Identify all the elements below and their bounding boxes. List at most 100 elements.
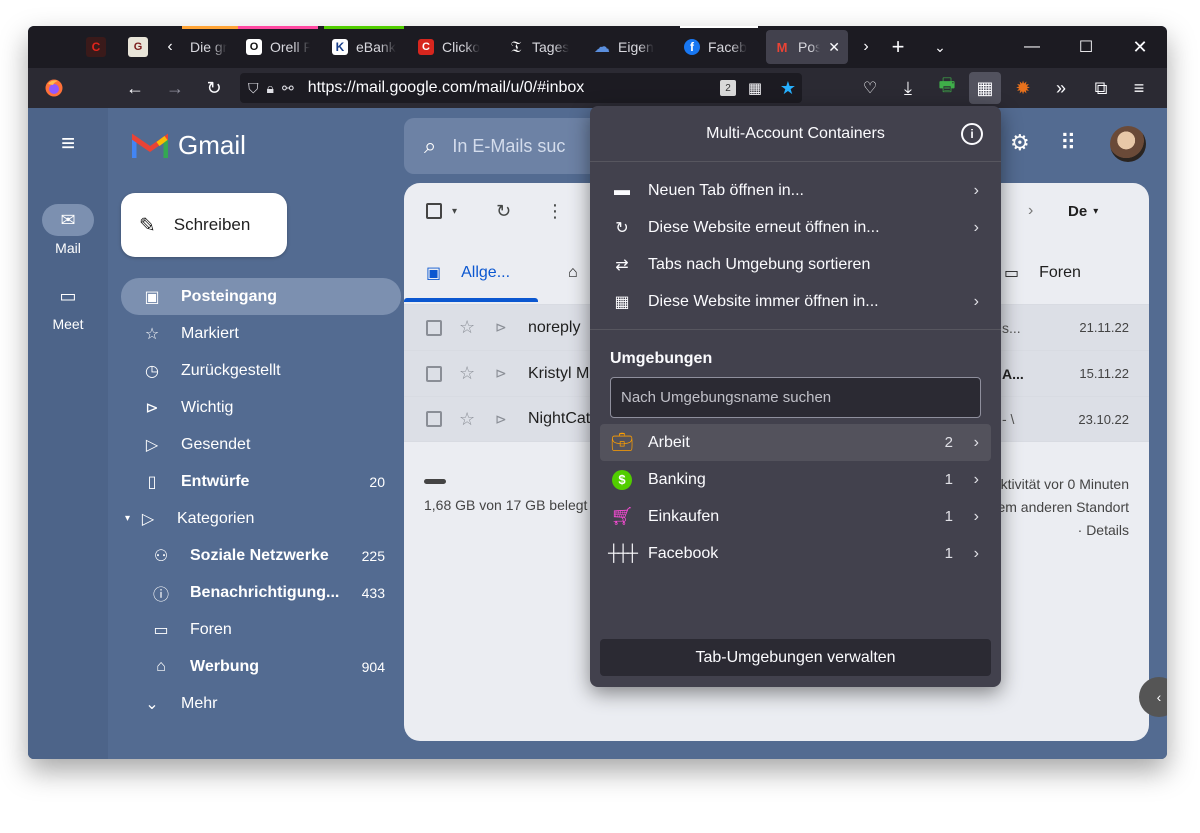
next-page-icon[interactable]: › — [1028, 199, 1033, 223]
tracking-protection-shield-icon[interactable]: ⛉ — [248, 80, 259, 97]
more-tools-icon[interactable]: » — [1045, 72, 1077, 104]
video-camera-icon: ▭ — [59, 285, 77, 306]
important-marker-icon[interactable]: ⊳ — [495, 365, 507, 382]
settings-gear-icon[interactable]: ⚙ — [1010, 130, 1030, 156]
minimize-icon[interactable]: — — [1006, 26, 1058, 68]
menu-open-new-tab[interactable]: ▬ Neuen Tab öffnen in... › — [600, 172, 991, 209]
important-marker-icon[interactable]: ⊳ — [495, 319, 507, 336]
rail-meet[interactable]: ▭ Meet — [28, 280, 108, 333]
mail-search[interactable]: ⌕ In E-Mails suc — [404, 118, 604, 174]
search-input[interactable]: In E-Mails suc — [452, 136, 565, 157]
caret-down-icon[interactable]: ▾ — [125, 513, 137, 524]
tab-6[interactable]: ☁ Eigen — [586, 26, 670, 68]
details-link[interactable]: · Details — [997, 519, 1129, 542]
application-menu-icon[interactable]: ≡ — [1123, 72, 1155, 104]
nav-inbox[interactable]: ▣ Posteingang — [121, 278, 401, 315]
menu-always-open[interactable]: ▦ Diese Website immer öffnen in... › — [600, 283, 991, 320]
tab-forums[interactable]: ▭ Foren — [1004, 253, 1081, 293]
tab-3[interactable]: K eBank — [324, 26, 404, 68]
briefcase-icon: 💼︎ — [610, 432, 634, 452]
tab-promotions[interactable]: ⌂ — [568, 253, 578, 293]
search-icon[interactable]: ⌕ — [424, 133, 436, 159]
tab-7[interactable]: f Faceb — [676, 26, 756, 68]
pocket-icon[interactable]: ♡ — [854, 72, 886, 104]
container-grid-icon[interactable]: ▦ — [748, 79, 762, 97]
main-menu-icon[interactable]: ≡ — [28, 130, 108, 158]
back-icon[interactable]: ← — [119, 72, 151, 104]
bookmark-star-icon[interactable]: ★ — [780, 78, 796, 99]
row-checkbox[interactable] — [426, 319, 442, 336]
container-search-input[interactable] — [610, 377, 981, 418]
tab-primary[interactable]: ▣ Allge... — [426, 253, 510, 293]
select-all-checkbox[interactable]: ▾ — [426, 199, 457, 223]
pinned-tab-1[interactable]: C — [80, 26, 112, 68]
printer-icon[interactable]: 🖶︎ — [931, 72, 963, 104]
apps-grid-icon[interactable]: ⠿ — [1060, 130, 1076, 156]
compose-button[interactable]: ✎ Schreiben — [121, 193, 287, 257]
nav-starred[interactable]: ☆ Markiert — [121, 315, 401, 352]
nav-promotions[interactable]: ⌂ Werbung 904 — [121, 648, 401, 685]
tab-5[interactable]: 𝔗 Tages — [500, 26, 580, 68]
forward-icon[interactable]: → — [159, 72, 191, 104]
nav-more[interactable]: ⌄ Mehr — [121, 685, 401, 722]
manage-containers-button[interactable]: Tab-Umgebungen verwalten — [600, 639, 991, 676]
firefox-icon[interactable] — [38, 72, 70, 104]
people-icon: ⚇ — [153, 547, 169, 565]
forum-icon: ▭ — [153, 621, 169, 639]
nav-important[interactable]: ⊳ Wichtig — [121, 389, 401, 426]
mail-icon: ✉ — [42, 204, 94, 236]
container-item-einkaufen[interactable]: 🛒︎ Einkaufen 1 › — [600, 498, 991, 535]
nav-social[interactable]: ⚇ Soziale Netzwerke 225 — [121, 537, 401, 574]
tab-active-gmail[interactable]: M Pos ✕ — [766, 30, 848, 64]
extensions-puzzle-icon[interactable]: ⧉ — [1085, 72, 1117, 104]
reader-extension-icon[interactable]: 2 — [720, 80, 736, 96]
avatar[interactable] — [1110, 126, 1146, 162]
menu-sort-tabs[interactable]: ⇄ Tabs nach Umgebung sortieren — [600, 246, 991, 283]
draft-file-icon: ▯ — [147, 473, 157, 491]
multi-account-containers-icon[interactable]: ▦ — [969, 72, 1001, 104]
pinned-tab-2[interactable]: G — [122, 26, 154, 68]
maximize-icon[interactable]: ☐ — [1060, 26, 1112, 68]
more-vert-icon[interactable]: ⋮ — [546, 199, 564, 223]
url-text[interactable]: https://mail.google.com/mail/u/0/#inbox — [308, 79, 585, 97]
menu-reopen-site[interactable]: ↻ Diese Website erneut öffnen in... › — [600, 209, 991, 246]
fox-extension-icon[interactable]: ✹ — [1007, 72, 1039, 104]
sort-select[interactable]: De ▾ — [1068, 199, 1098, 223]
star-icon[interactable]: ☆ — [459, 317, 475, 338]
url-bar[interactable]: ⛉ 🔒︎ ⚯ https://mail.google.com/mail/u/0/… — [240, 73, 802, 103]
caret-down-icon[interactable]: ▾ — [452, 206, 457, 217]
star-icon[interactable]: ☆ — [459, 409, 475, 430]
new-tab-icon[interactable]: + — [882, 26, 914, 68]
star-icon[interactable]: ☆ — [459, 363, 475, 384]
tab-scroll-right-icon[interactable]: › — [850, 26, 882, 68]
tab-1[interactable]: Die gr — [182, 26, 238, 68]
container-item-banking[interactable]: $ Banking 1 › — [600, 461, 991, 498]
downloads-icon[interactable]: ⤓ — [892, 72, 924, 104]
nav-categories[interactable]: ▾ ▷ Kategorien — [121, 500, 401, 537]
container-item-facebook[interactable]: ┼┼┼ Facebook 1 › — [600, 535, 991, 572]
close-window-icon[interactable]: ✕ — [1114, 26, 1166, 68]
list-all-tabs-icon[interactable]: ⌄ — [924, 26, 956, 68]
info-icon[interactable]: i — [961, 123, 983, 145]
rail-mail[interactable]: ✉ Mail — [28, 204, 108, 256]
nav-updates[interactable]: ⓘ Benachrichtigung... 433 — [121, 574, 401, 611]
tab-4[interactable]: C Clicko — [410, 26, 494, 68]
row-checkbox[interactable] — [426, 411, 442, 427]
gmail-logo[interactable]: Gmail — [132, 130, 246, 161]
important-marker-icon[interactable]: ⊳ — [495, 411, 507, 428]
row-checkbox[interactable] — [426, 365, 442, 382]
permissions-icon[interactable]: ⚯ — [282, 80, 294, 97]
close-tab-icon[interactable]: ✕ — [828, 39, 840, 56]
refresh-icon[interactable]: ↻ — [496, 199, 511, 223]
nav-forums[interactable]: ▭ Foren — [121, 611, 401, 648]
nav-drafts[interactable]: ▯ Entwürfe 20 — [121, 463, 401, 500]
send-icon: ▷ — [145, 436, 159, 454]
nav-sent[interactable]: ▷ Gesendet — [121, 426, 401, 463]
tab-scroll-left-icon[interactable]: ‹ — [158, 26, 182, 68]
important-label-icon: ⊳ — [145, 399, 159, 417]
reload-icon[interactable]: ↻ — [198, 72, 230, 104]
lock-icon[interactable]: 🔒︎ — [267, 80, 274, 97]
container-item-arbeit[interactable]: 💼︎ Arbeit 2 › — [600, 424, 991, 461]
nav-snoozed[interactable]: ◷ Zurückgestellt — [121, 352, 401, 389]
tab-2[interactable]: O Orell F — [238, 26, 318, 68]
